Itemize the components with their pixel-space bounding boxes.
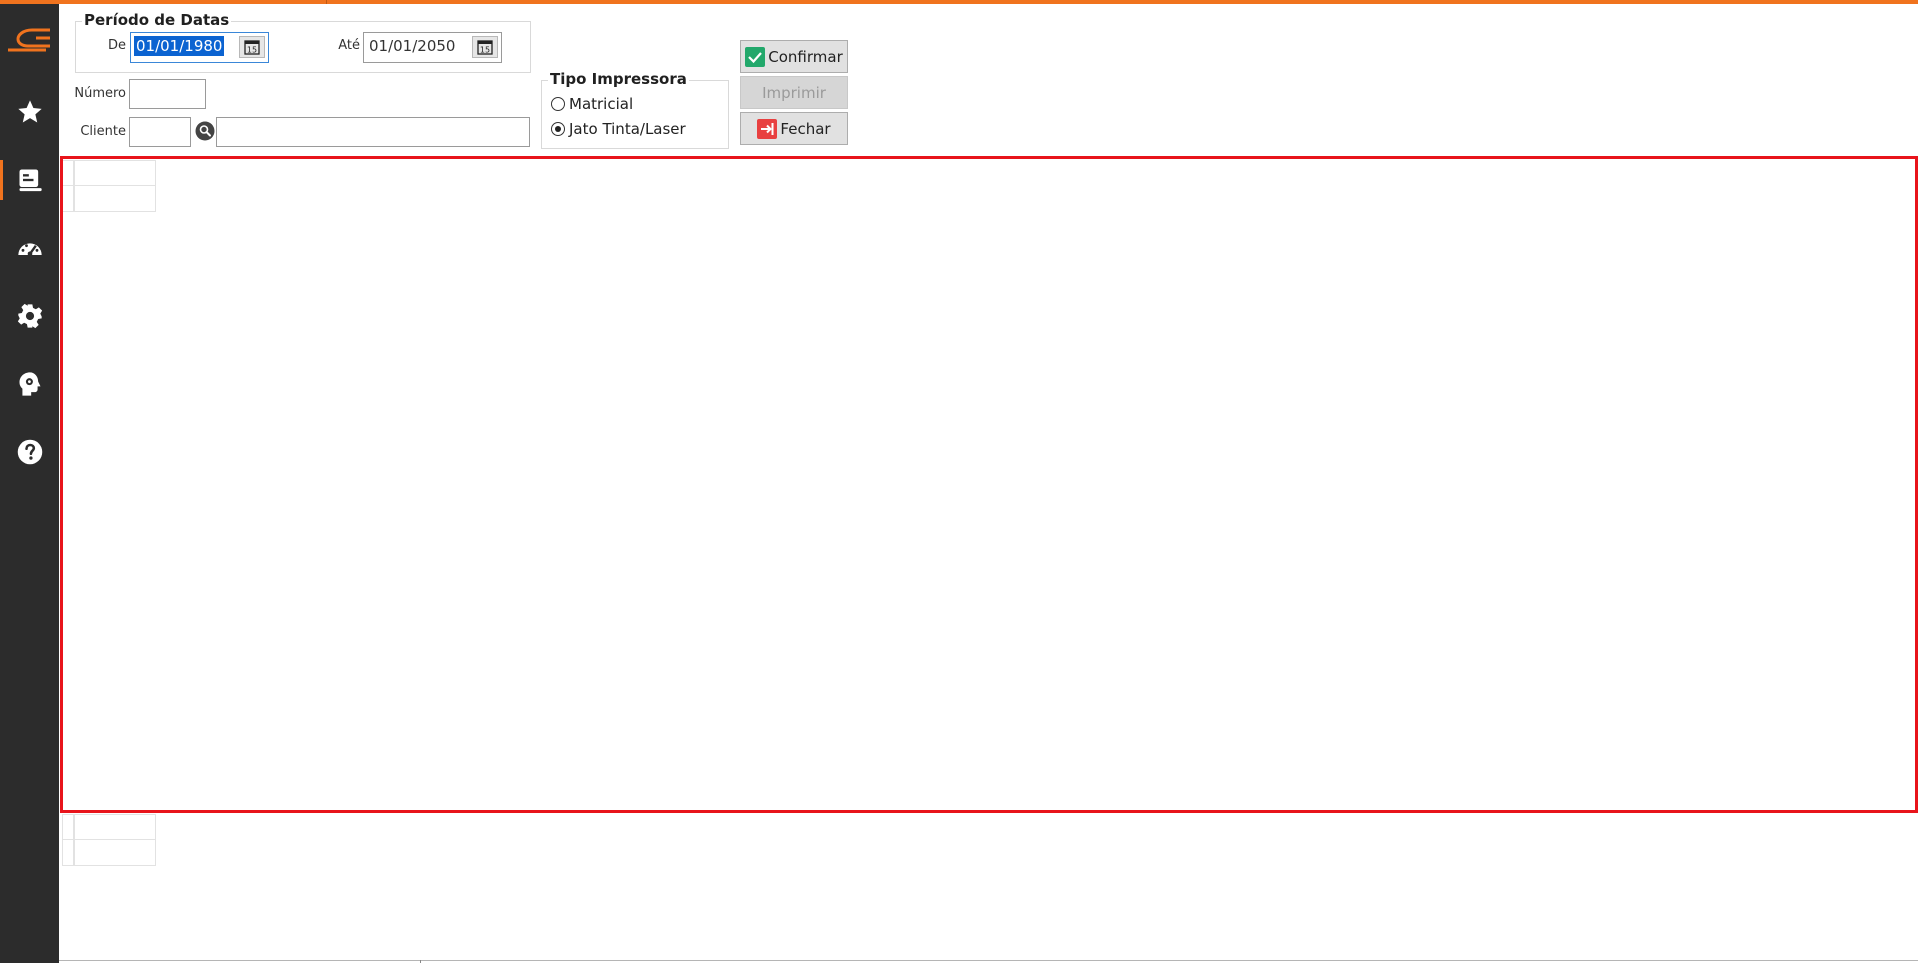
radio-jato-tinta-laser-circle[interactable] xyxy=(551,122,565,136)
gear-icon xyxy=(17,303,42,329)
imprimir-button[interactable]: Imprimir xyxy=(740,76,848,109)
sidebar-item-brain[interactable] xyxy=(0,360,59,408)
ate-label: Até xyxy=(338,38,360,53)
periodo-title: Período de Datas xyxy=(82,11,232,29)
sidebar-item-reports[interactable] xyxy=(0,156,59,204)
de-label: De xyxy=(107,38,126,53)
top-accent-line xyxy=(0,0,1918,4)
de-calendar-button[interactable]: 15 xyxy=(239,36,265,58)
svg-text:15: 15 xyxy=(247,46,257,55)
ate-date-field[interactable]: 01/01/2050 15 xyxy=(363,32,502,63)
sidebar-item-settings[interactable] xyxy=(0,292,59,340)
numero-input[interactable] xyxy=(129,79,206,109)
imprimir-label: Imprimir xyxy=(762,83,826,102)
help-icon xyxy=(17,439,42,465)
sidebar-item-help[interactable] xyxy=(0,428,59,476)
cliente-name-input[interactable] xyxy=(216,117,530,147)
grid-cell xyxy=(62,839,74,866)
ate-calendar-button[interactable]: 15 xyxy=(472,36,498,58)
exit-icon xyxy=(757,118,778,139)
confirmar-label: Confirmar xyxy=(768,47,843,66)
search-icon[interactable] xyxy=(195,121,215,141)
impressora-title: Tipo Impressora xyxy=(548,70,689,88)
radio-jato-tinta-laser[interactable]: Jato Tinta/Laser xyxy=(551,120,686,138)
highlighted-grid-area[interactable] xyxy=(60,156,1918,813)
cliente-label: Cliente xyxy=(80,124,126,139)
check-icon xyxy=(745,46,766,67)
report-icon xyxy=(19,169,42,192)
radio-matricial-circle[interactable] xyxy=(551,97,565,111)
radio-jato-tinta-laser-label: Jato Tinta/Laser xyxy=(569,120,686,138)
confirmar-button[interactable]: Confirmar xyxy=(740,40,848,73)
svg-text:15: 15 xyxy=(480,46,490,55)
fechar-button[interactable]: Fechar xyxy=(740,112,848,145)
sidebar xyxy=(0,4,59,963)
de-date-value[interactable]: 01/01/1980 xyxy=(134,36,225,56)
brain-gear-icon xyxy=(19,372,40,396)
numero-label: Número xyxy=(74,86,126,101)
ate-date-value[interactable]: 01/01/2050 xyxy=(367,36,457,56)
sidebar-item-dashboard[interactable] xyxy=(0,224,59,272)
grid-cell xyxy=(74,839,156,866)
app-logo-icon[interactable] xyxy=(6,24,54,54)
speedometer-icon xyxy=(17,243,42,257)
radio-matricial-label: Matricial xyxy=(569,95,634,113)
cliente-code-input[interactable] xyxy=(129,117,191,147)
calendar-icon: 15 xyxy=(244,40,260,55)
top-line-marker xyxy=(326,0,327,4)
de-date-field[interactable]: 01/01/1980 15 xyxy=(130,32,269,63)
radio-matricial[interactable]: Matricial xyxy=(551,95,633,113)
sidebar-item-favorites[interactable] xyxy=(0,88,59,136)
star-icon xyxy=(17,100,42,123)
impressora-groupbox xyxy=(541,80,729,149)
grid-cell xyxy=(62,814,74,840)
bottom-border xyxy=(59,960,1918,961)
calendar-icon: 15 xyxy=(477,40,493,55)
fechar-label: Fechar xyxy=(780,119,831,138)
grid-cell xyxy=(74,814,156,840)
